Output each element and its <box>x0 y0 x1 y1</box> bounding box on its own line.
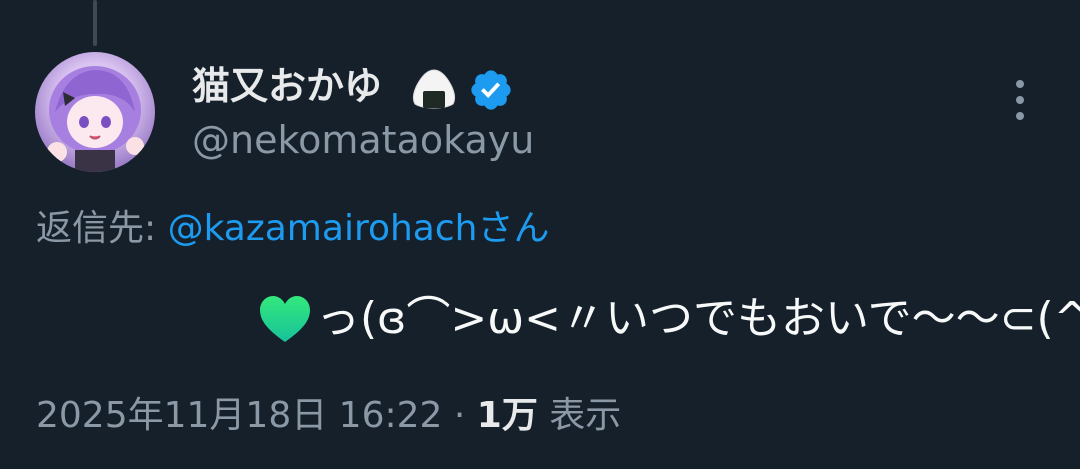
reply-mention-link[interactable]: @kazamairohachさん <box>168 208 550 249</box>
views-count: 1万 <box>476 395 538 436</box>
onigiri-emoji <box>412 69 456 109</box>
verified-icon[interactable] <box>468 67 514 113</box>
more-dot <box>1016 112 1024 120</box>
reply-context: 返信先: @kazamairohachさん <box>36 205 549 253</box>
avatar[interactable] <box>35 52 155 172</box>
timestamp[interactable]: 2025年11月18日 16:22 <box>36 395 442 436</box>
user-handle[interactable]: @nekomataokayu <box>192 116 534 164</box>
more-vertical-icon[interactable] <box>1005 80 1035 120</box>
reply-prefix: 返信先: <box>36 208 168 249</box>
tweet-text: っ(ɞ⌒>ω<〃いつでもおいで〜〜⊂(^ <box>316 293 1080 344</box>
meta-separator: · <box>442 395 477 436</box>
views-label: 表示 <box>537 395 622 436</box>
tweet-detail: 猫又おかゆ @nekomataokayu 返信先: @kazamairohach… <box>0 0 1080 469</box>
tweet-meta: 2025年11月18日 16:22 · 1万 表示 <box>36 392 621 440</box>
more-dot <box>1016 80 1024 88</box>
thread-connector-line <box>93 0 97 46</box>
avatar-image <box>47 66 144 172</box>
more-dot <box>1016 96 1024 104</box>
green-heart-emoji <box>260 296 310 342</box>
display-name[interactable]: 猫又おかゆ <box>192 62 382 110</box>
tweet-body: っ(ɞ⌒>ω<〃いつでもおいで〜〜⊂(^ <box>258 290 1080 348</box>
